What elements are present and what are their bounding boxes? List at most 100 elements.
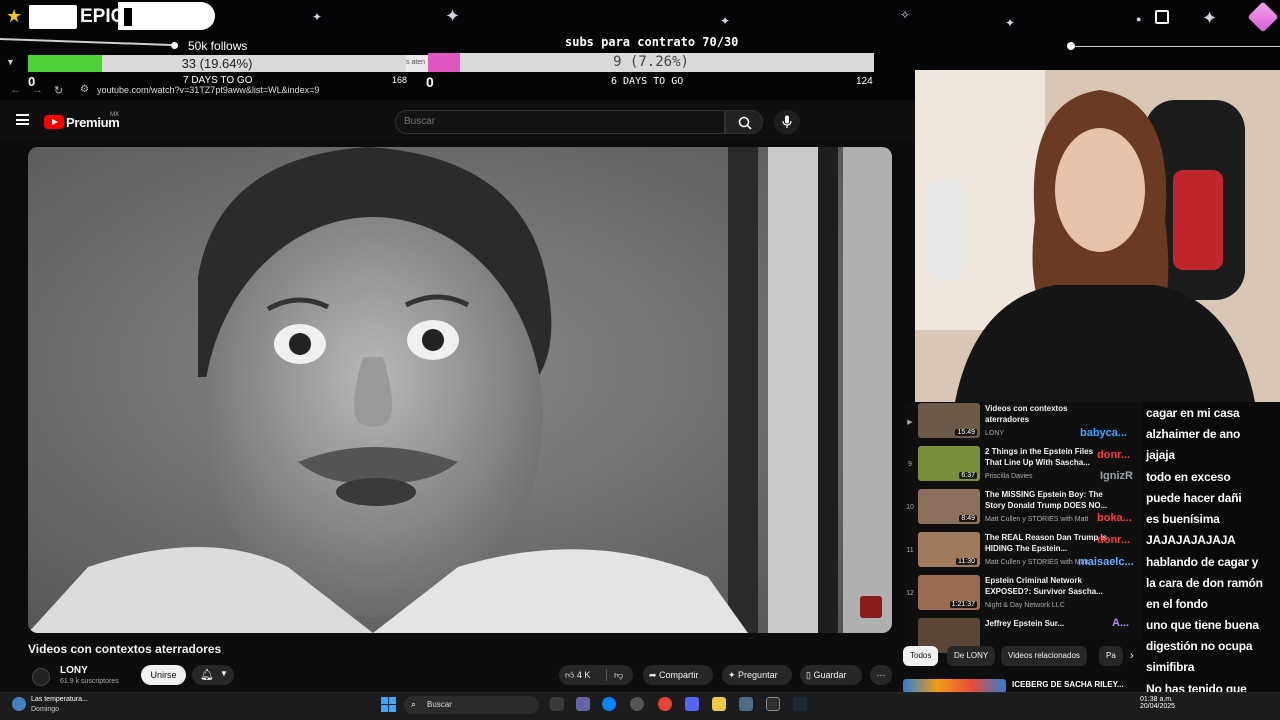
twitch-icon [1155,10,1169,24]
playlist-title[interactable]: The MISSING Epstein Boy: The Story Donal… [985,489,1110,511]
playlist-title[interactable]: The REAL Reason Dan Trump is HIDING The … [985,532,1110,554]
join-button[interactable]: Unirse [141,665,186,685]
settings-icon[interactable] [630,697,644,711]
webcam-image [915,70,1280,402]
follows-goal-label: 50k follows [188,39,248,53]
video-duration: 8:49 [959,515,977,522]
next-video-title[interactable]: ICEBERG DE SACHA RILEY... [1012,680,1124,689]
subs-min: 0 [426,74,434,90]
channel-name[interactable]: LONY [60,665,88,676]
notification-bell-button[interactable]: 🔔︎ ▼ [192,665,234,685]
search-button[interactable] [725,110,763,134]
chevron-down-icon: ▼ [220,669,228,678]
share-button[interactable]: ➦ Compartir [643,665,713,685]
chat-username: donr... [1097,534,1130,546]
forward-arrow-icon[interactable]: → [32,84,43,96]
playlist-title[interactable]: Videos con contextos aterradores [985,403,1110,425]
like-button[interactable]: 👍︎ 4 K [565,665,590,685]
search-input[interactable] [404,116,704,127]
playlist-thumbnail[interactable]: 1:21:37 [918,575,980,610]
weather-widget-title[interactable]: Las temperatura... [31,696,88,703]
more-actions-button[interactable]: ··· [870,665,892,685]
channel-avatar[interactable] [32,668,50,686]
sparkle-icon: ✧ [900,8,911,22]
playlist-title[interactable]: 2 Things in the Epstein Files That Line … [985,446,1110,468]
clock-date: 20/04/2025 [1140,703,1176,710]
bar-gap-text: s aten [406,55,428,72]
taskbar-search[interactable]: ⌕ Buscar [404,696,539,714]
chat-username: A... [1112,617,1130,629]
playlist-index: 9 [908,461,912,468]
chat-username: IgnizR [1100,470,1133,482]
save-label: Guardar [813,670,847,680]
search-box[interactable] [395,110,725,134]
site-settings-icon[interactable]: ⚙ [80,84,89,95]
subs-days-left: 6 DAYS TO GO [611,76,684,87]
address-bar[interactable]: youtube.com/watch?v=31TZ7pt9aww&list=WL&… [97,85,319,95]
windows-start-icon[interactable] [381,697,396,712]
weather-icon[interactable] [12,697,26,711]
playlist-channel: Matt Cullen y STORIES with Matt [985,516,1089,523]
back-arrow-icon[interactable]: ← [10,84,21,96]
playlist-title[interactable]: Jeffrey Epstein Sur... [985,618,1110,629]
task-view-icon[interactable] [550,697,564,711]
subs-goal-label: subs para contrato 70/30 [565,35,739,49]
chat-username: boka... [1097,512,1132,524]
discord-icon[interactable] [685,697,699,711]
goal-dot [1067,42,1075,50]
chevron-down-icon[interactable]: ▼ [6,57,15,67]
hamburger-menu-icon[interactable] [16,114,29,125]
playlist-thumbnail[interactable]: 11:30 [918,532,980,567]
search-icon: ⌕ [411,699,417,709]
playlist-index: 12 [906,590,914,597]
playlist-thumbnail[interactable]: 8:49 [918,489,980,524]
playlist-thumbnail[interactable]: 6:37 [918,446,980,481]
playlist-item[interactable]: 10 8:49 The MISSING Epstein Boy: The Story… [903,488,1143,531]
chip-todos[interactable]: Todos [903,646,939,666]
region-label: MX [110,112,119,118]
video-duration: 6:37 [959,472,977,479]
chip-de-lony[interactable]: De LONY [947,646,996,666]
photos-icon[interactable] [739,697,753,711]
playlist-title[interactable]: Epstein Criminal Network EXPOSED?: Survi… [985,575,1110,597]
subs-progress-text: 9 (7.26%) [613,54,689,70]
youtube-logo-icon[interactable] [44,115,64,129]
chat-message: en el fondo [1146,597,1208,611]
sparkle-icon: ✦ [312,10,323,24]
file-explorer-icon[interactable] [712,697,726,711]
related-chips: Todos De LONY Videos relacionados Pa [903,646,1143,668]
reload-icon[interactable]: ↻ [54,84,63,97]
edge-icon[interactable] [602,697,616,711]
playlist-thumbnail[interactable]: 15:49 [918,403,980,438]
ask-button[interactable]: ✦ Preguntar [722,665,792,685]
teams-icon[interactable] [576,697,590,711]
video-player[interactable] [28,147,892,633]
chat-message: simifibra [1146,660,1195,674]
obs-icon[interactable] [766,697,780,711]
chevron-right-icon[interactable]: › [1130,650,1134,662]
playlist-channel: Night & Day Network LLC [985,602,1065,609]
share-icon: ➦ [649,670,660,680]
playlist-channel: Priscilla Davies [985,473,1033,480]
playlist-item[interactable]: 12 1:21:37 Epstein Criminal Network EXPOSE… [903,574,1143,617]
next-video-thumbnail[interactable] [903,679,1006,693]
voice-search-button[interactable] [774,110,800,134]
taskbar-clock: 01:38 a.m. 20/04/2025 [1140,696,1175,710]
chip-more[interactable]: Pa [1099,646,1123,666]
playlist-channel: Matt Cullen y STORIES with Matt [985,559,1089,566]
clock-time: 01:38 a.m. [1140,696,1174,703]
channel-watermark-icon[interactable] [860,596,882,618]
sparkle-icon: ✦ [720,14,731,28]
goal-divider [1074,46,1280,47]
chrome-icon[interactable] [658,697,672,711]
steam-icon[interactable] [793,697,807,711]
bell-icon: 🔔︎ [200,669,214,681]
sparkle-icon: ✦ [1005,16,1016,30]
subs-progress-bar: 9 (7.26%) [428,53,874,72]
taskbar-search-label: Buscar [427,700,452,709]
save-button[interactable]: ▯ Guardar [800,665,862,685]
chip-related[interactable]: Videos relacionados [1001,646,1087,666]
dislike-icon[interactable]: 👎︎ [614,665,623,685]
sparkle-icon: ● [1136,14,1142,24]
like-dislike-group: 👍︎ 4 K 👎︎ [559,665,633,685]
